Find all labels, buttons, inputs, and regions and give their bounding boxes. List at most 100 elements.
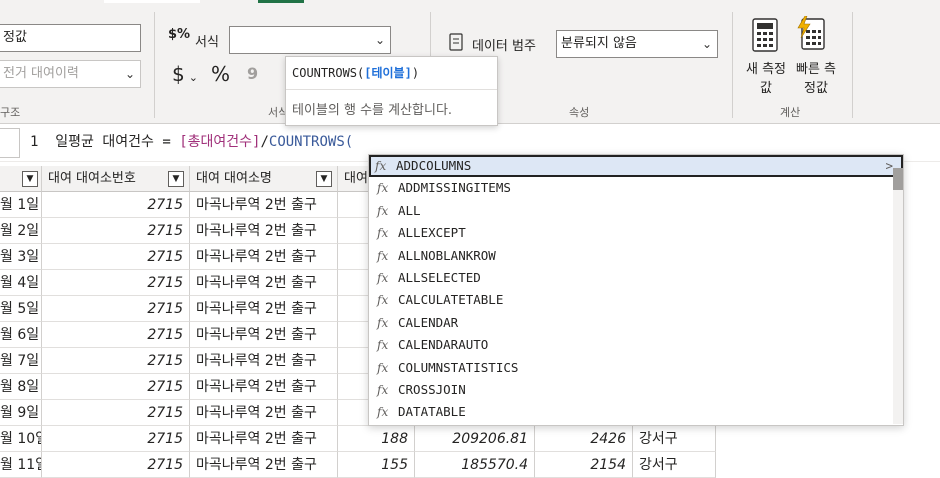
autocomplete-list[interactable]: fx ADDCOLUMNS > fx ADDMISSINGITEMS fx ALL fx ALL… xyxy=(368,154,904,426)
cell-station-no[interactable]: 2715 xyxy=(42,244,190,270)
autocomplete-item[interactable]: fx DATATABLE xyxy=(371,401,887,423)
function-signature-tooltip: COUNTROWS([테이블]) 테이블의 행 수를 계산합니다. xyxy=(285,56,498,126)
cell-c6[interactable]: 2426 xyxy=(535,426,633,452)
measure-name-field[interactable]: 정값 xyxy=(0,24,141,52)
autocomplete-item[interactable]: fx COLUMNSTATISTICS xyxy=(371,357,887,379)
cell-c4[interactable]: 155 xyxy=(338,452,415,478)
function-icon: fx xyxy=(377,181,389,196)
autocomplete-item-label: CALCULATETABLE xyxy=(398,292,504,308)
cell-station-no[interactable]: 2715 xyxy=(42,374,190,400)
divider xyxy=(732,12,733,118)
cell-c5[interactable]: 209206.81 xyxy=(415,426,535,452)
cell-station-name[interactable]: 마곡나루역 2번 출구 xyxy=(190,270,338,296)
cell-station-name[interactable]: 마곡나루역 2번 출구 xyxy=(190,296,338,322)
cell-station-no[interactable]: 2715 xyxy=(42,452,190,478)
cell-station-no[interactable]: 2715 xyxy=(42,426,190,452)
cell-c6[interactable]: 2154 xyxy=(535,452,633,478)
autocomplete-scrollbar[interactable] xyxy=(893,168,903,424)
cell-date[interactable]: 월 2일 xyxy=(0,218,42,244)
measure-reference: [총대여건수] xyxy=(179,134,261,150)
autocomplete-item-label: ADDCOLUMNS xyxy=(396,158,472,173)
cell-date[interactable]: 월 8일 xyxy=(0,374,42,400)
cell-c7[interactable]: 강서구 xyxy=(633,452,716,478)
cell-date[interactable]: 월 1일 xyxy=(0,192,42,218)
divider xyxy=(286,89,497,90)
cell-station-name[interactable]: 마곡나루역 2번 출구 xyxy=(190,400,338,426)
new-measure-button[interactable] xyxy=(751,18,781,56)
column-header-label: 대여 xyxy=(344,171,368,186)
cell-station-no[interactable]: 2715 xyxy=(42,400,190,426)
divider xyxy=(852,12,853,118)
comma-style-icon[interactable]: 9 xyxy=(247,64,258,83)
formula-editor[interactable]: 1 일평균 대여건수 = [총대여건수]/COUNTROWS( xyxy=(30,131,353,151)
function-call: COUNTROWS( xyxy=(268,134,354,150)
cell-station-name[interactable]: 마곡나루역 2번 출구 xyxy=(190,218,338,244)
format-icon: $% xyxy=(168,27,191,42)
data-category-label: 데이터 범주 xyxy=(472,39,536,54)
autocomplete-item[interactable]: fx ALLSELECTED xyxy=(371,267,887,289)
formula-bar-commit-area[interactable] xyxy=(0,128,20,158)
home-table-select[interactable]: 전거 대여이력 ⌄ xyxy=(0,60,141,88)
percent-icon[interactable]: % xyxy=(211,62,230,86)
currency-icon[interactable]: $ ⌄ xyxy=(172,62,198,86)
cell-station-name[interactable]: 마곡나루역 2번 출구 xyxy=(190,452,338,478)
autocomplete-item[interactable]: fx CALENDAR xyxy=(371,312,887,334)
autocomplete-item-label: ADDMISSINGITEMS xyxy=(398,180,511,196)
filter-dropdown-icon[interactable]: ▼ xyxy=(168,171,184,187)
function-icon: fx xyxy=(375,159,387,173)
function-icon: fx xyxy=(377,203,389,218)
function-signature: COUNTROWS([테이블]) xyxy=(292,66,420,80)
cell-date[interactable]: 월 11일 xyxy=(0,452,42,478)
column-header[interactable]: 대여 대여소명 ▼ xyxy=(190,166,338,192)
cell-date[interactable]: 월 3일 xyxy=(0,244,42,270)
autocomplete-item[interactable]: fx ADDMISSINGITEMS xyxy=(371,177,887,199)
cell-station-no[interactable]: 2715 xyxy=(42,192,190,218)
column-header-date[interactable]: ▼ xyxy=(0,166,42,192)
cell-date[interactable]: 월 5일 xyxy=(0,296,42,322)
cell-station-no[interactable]: 2715 xyxy=(42,296,190,322)
format-select[interactable]: ⌄ xyxy=(229,26,391,54)
cell-date[interactable]: 월 6일 xyxy=(0,322,42,348)
autocomplete-item[interactable]: fx CALCULATETABLE xyxy=(371,289,887,311)
column-header-label: 대여 대여소명 xyxy=(196,171,272,186)
function-icon: fx xyxy=(377,405,389,420)
cell-station-name[interactable]: 마곡나루역 2번 출구 xyxy=(190,244,338,270)
function-icon: fx xyxy=(377,293,389,308)
filter-dropdown-icon[interactable]: ▼ xyxy=(22,171,38,187)
autocomplete-item[interactable]: fx ALL xyxy=(371,200,887,222)
autocomplete-scroll-thumb[interactable] xyxy=(893,168,903,190)
cell-station-name[interactable]: 마곡나루역 2번 출구 xyxy=(190,192,338,218)
cell-c4[interactable]: 188 xyxy=(338,426,415,452)
cell-date[interactable]: 월 9일 xyxy=(0,400,42,426)
active-tab-indicator xyxy=(258,0,304,3)
cell-date[interactable]: 월 4일 xyxy=(0,270,42,296)
formula-operator: / xyxy=(260,134,269,150)
new-measure-label: 새 측정값 xyxy=(745,62,786,96)
cell-station-no[interactable]: 2715 xyxy=(42,218,190,244)
autocomplete-item[interactable]: fx CROSSJOIN xyxy=(371,379,887,401)
autocomplete-item[interactable]: fx ADDCOLUMNS > xyxy=(369,155,903,177)
measure-name: 일평균 대여건수 xyxy=(55,134,154,150)
cell-c7[interactable]: 강서구 xyxy=(633,426,716,452)
cell-station-no[interactable]: 2715 xyxy=(42,348,190,374)
cell-station-name[interactable]: 마곡나루역 2번 출구 xyxy=(190,348,338,374)
autocomplete-item[interactable]: fx CALENDARAUTO xyxy=(371,334,887,356)
cell-station-name[interactable]: 마곡나루역 2번 출구 xyxy=(190,426,338,452)
autocomplete-item-label: ALL xyxy=(398,202,421,218)
autocomplete-item-label: ALLNOBLANKROW xyxy=(398,247,496,263)
cell-date[interactable]: 월 7일 xyxy=(0,348,42,374)
cell-c5[interactable]: 185570.4 xyxy=(415,452,535,478)
cell-date[interactable]: 월 10일 xyxy=(0,426,42,452)
quick-measure-button[interactable] xyxy=(796,15,826,54)
autocomplete-item[interactable]: fx ALLEXCEPT xyxy=(371,222,887,244)
cell-station-no[interactable]: 2715 xyxy=(42,270,190,296)
autocomplete-item-label: COLUMNSTATISTICS xyxy=(398,359,519,375)
cell-station-name[interactable]: 마곡나루역 2번 출구 xyxy=(190,374,338,400)
cell-station-no[interactable]: 2715 xyxy=(42,322,190,348)
cell-station-name[interactable]: 마곡나루역 2번 출구 xyxy=(190,322,338,348)
filter-dropdown-icon[interactable]: ▼ xyxy=(316,171,332,187)
data-category-select[interactable]: 분류되지 않음 ⌄ xyxy=(556,30,718,58)
column-header[interactable]: 대여 대여소번호 ▼ xyxy=(42,166,190,192)
autocomplete-item[interactable]: fx ALLNOBLANKROW xyxy=(371,245,887,267)
group-label-properties: 속성 xyxy=(569,106,590,119)
